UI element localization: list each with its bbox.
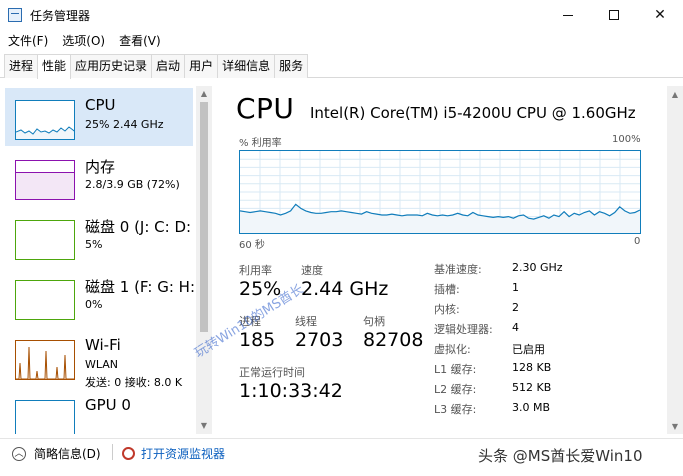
tab-bar: 进程 性能 应用历史记录 启动 用户 详细信息 服务 (0, 54, 683, 79)
footer-divider (112, 444, 113, 460)
spec-value: 4 (512, 321, 519, 334)
tab-services[interactable]: 服务 (274, 54, 309, 78)
threads-label: 线程 (295, 315, 317, 328)
tab-processes[interactable]: 进程 (4, 54, 39, 78)
threads-value: 2703 (295, 329, 344, 351)
task-manager-icon (8, 8, 22, 22)
memory-fill (16, 171, 74, 199)
spec-label: L2 缓存: (434, 383, 477, 396)
uptime-value: 1:10:33:42 (239, 380, 343, 402)
disk0-thumbnail-graph (15, 220, 75, 260)
brand-watermark: 头条 @MS酋长爱Win10 (478, 447, 643, 465)
fewer-details-link[interactable]: 简略信息(D) (34, 445, 101, 462)
speed-label: 速度 (301, 264, 323, 277)
spec-value: 2 (512, 301, 519, 314)
spec-label: 插槽: (434, 283, 460, 296)
tab-performance[interactable]: 性能 (37, 54, 72, 79)
resource-item-cpu[interactable]: CPU 25% 2.44 GHz (5, 88, 193, 146)
utilization-label: 利用率 (239, 264, 272, 277)
resource-detail: 25% 2.44 GHz (85, 118, 164, 131)
tab-app-history[interactable]: 应用历史记录 (70, 54, 153, 78)
wifi-thumbnail-graph (15, 340, 75, 380)
resource-item-wifi[interactable]: Wi-Fi WLAN 发送: 0 接收: 8.0 K (5, 328, 193, 389)
menu-view[interactable]: 查看(V) (119, 30, 161, 52)
menu-options[interactable]: 选项(O) (62, 30, 105, 52)
resource-list: CPU 25% 2.44 GHz 内存 2.8/3.9 GB (72%) 磁盘 … (0, 86, 212, 434)
resource-item-disk1[interactable]: 磁盘 1 (F: G: H: 0% (5, 268, 195, 326)
resource-item-disk0[interactable]: 磁盘 0 (J: C: D: 5% (5, 208, 193, 266)
resource-detail: 0% (85, 298, 103, 311)
scroll-up-icon[interactable]: ▲ (200, 90, 208, 98)
memory-thumbnail-graph (15, 160, 75, 200)
graph-time-start: 60 秒 (239, 240, 265, 251)
close-icon: ✕ (654, 7, 666, 23)
handles-value: 82708 (363, 329, 424, 351)
graph-label-utilization: % 利用率 (239, 138, 282, 149)
scroll-up-icon[interactable]: ▲ (671, 90, 679, 99)
resource-list-scrollbar[interactable]: ▲ ▼ (196, 86, 212, 434)
scroll-down-icon[interactable]: ▼ (200, 422, 208, 430)
resource-detail: 5% (85, 238, 103, 251)
tab-details[interactable]: 详细信息 (217, 54, 276, 78)
resource-name: 磁盘 0 (J: C: D: (85, 218, 192, 236)
footer: ︿ 简略信息(D) 打开资源监视器 头条 @MS酋长爱Win10 (0, 438, 683, 476)
spec-label: 逻辑处理器: (434, 323, 493, 336)
spec-label: L3 缓存: (434, 403, 477, 416)
spec-label: 基准速度: (434, 263, 482, 276)
maximize-button[interactable] (591, 0, 637, 30)
spec-value: 128 KB (512, 361, 552, 374)
resource-monitor-icon[interactable] (122, 447, 135, 460)
menu-bar: 文件(F) 选项(O) 查看(V) (0, 30, 683, 52)
resource-detail: WLAN (85, 358, 119, 371)
disk1-thumbnail-graph (15, 280, 75, 320)
minimize-icon (563, 14, 573, 16)
cpu-detail-pane: CPU Intel(R) Core(TM) i5-4200U CPU @ 1.6… (220, 86, 670, 434)
tab-users[interactable]: 用户 (184, 54, 219, 78)
page-title: CPU (236, 92, 295, 125)
spec-value: 已启用 (512, 343, 545, 356)
menu-file[interactable]: 文件(F) (8, 30, 48, 52)
resource-name: CPU (85, 96, 116, 114)
scroll-down-icon[interactable]: ▼ (671, 422, 679, 431)
title-bar: 任务管理器 ✕ (0, 0, 683, 30)
spec-value: 3.0 MB (512, 401, 551, 414)
window-title: 任务管理器 (30, 9, 91, 23)
spec-label: 内核: (434, 303, 460, 316)
speed-value: 2.44 GHz (301, 278, 389, 300)
tab-startup[interactable]: 启动 (151, 54, 186, 78)
cpu-thumbnail-graph (15, 100, 75, 140)
chevron-up-icon[interactable]: ︿ (12, 447, 26, 461)
cpu-model: Intel(R) Core(TM) i5-4200U CPU @ 1.60GHz (310, 104, 636, 122)
spec-value: 512 KB (512, 381, 552, 394)
resource-detail: 2.8/3.9 GB (72%) (85, 178, 180, 191)
spec-value: 2.30 GHz (512, 261, 563, 274)
graph-time-end: 0 (634, 236, 641, 247)
resource-item-gpu0[interactable]: GPU 0 (5, 388, 193, 434)
handles-label: 句柄 (363, 315, 385, 328)
resource-name: Wi-Fi (85, 336, 121, 354)
open-resource-monitor-link[interactable]: 打开资源监视器 (141, 445, 225, 462)
uptime-label: 正常运行时间 (239, 366, 305, 379)
graph-label-max: 100% (612, 134, 641, 145)
resource-name: GPU 0 (85, 396, 131, 414)
gpu-thumbnail-graph (15, 400, 75, 434)
scrollbar-thumb[interactable] (200, 102, 208, 332)
resource-name: 内存 (85, 158, 116, 176)
cpu-utilization-graph (239, 150, 641, 234)
resource-name: 磁盘 1 (F: G: H: (85, 278, 195, 296)
detail-scrollbar[interactable]: ▲ ▼ (667, 86, 683, 434)
close-button[interactable]: ✕ (637, 0, 683, 30)
spec-value: 1 (512, 281, 519, 294)
resource-item-memory[interactable]: 内存 2.8/3.9 GB (72%) (5, 148, 193, 206)
maximize-icon (609, 10, 619, 20)
spec-label: L1 缓存: (434, 363, 477, 376)
spec-label: 虚拟化: (434, 343, 471, 356)
minimize-button[interactable] (545, 0, 591, 30)
